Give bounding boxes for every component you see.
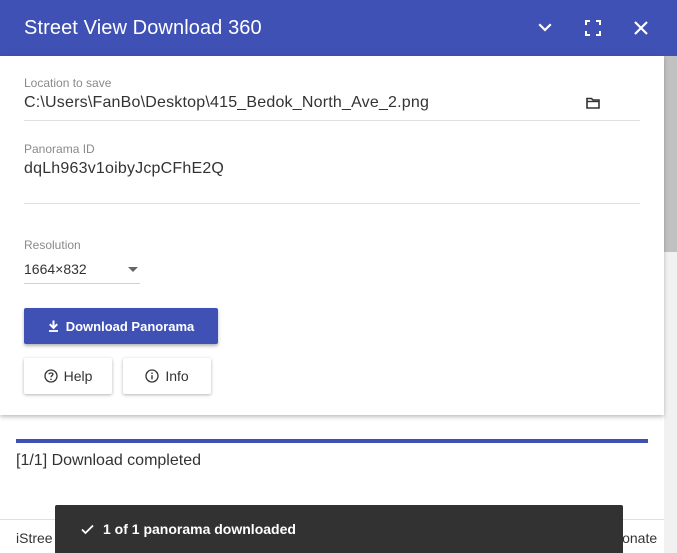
title-bar: Street View Download 360 — [0, 0, 677, 56]
help-button[interactable]: Help — [24, 358, 112, 394]
minimize-button[interactable] — [531, 14, 559, 42]
fullscreen-button[interactable] — [579, 14, 607, 42]
info-button[interactable]: Info — [123, 358, 211, 394]
download-progress-bar — [16, 439, 648, 443]
info-circle-icon — [145, 369, 159, 383]
dropdown-arrow-icon — [128, 267, 138, 272]
fullscreen-icon — [585, 20, 601, 36]
location-underline — [24, 120, 640, 121]
panorama-id-underline — [24, 203, 640, 204]
resolution-value: 1664×832 — [24, 261, 87, 277]
folder-icon — [586, 97, 600, 109]
download-panorama-label: Download Panorama — [65, 318, 195, 334]
snackbar-notification: 1 of 1 panorama downloaded — [55, 505, 623, 553]
help-circle-icon — [43, 369, 58, 383]
download-panorama-button[interactable]: Download Panorama — [24, 308, 218, 344]
chevron-down-icon — [538, 23, 552, 32]
app-title: Street View Download 360 — [24, 17, 262, 39]
location-label: Location to save — [24, 76, 112, 90]
panorama-id-input[interactable]: dqLh963v1oibyJcpCFhE2Q — [24, 159, 224, 179]
close-button[interactable] — [627, 14, 655, 42]
progress-status: [1/1] Download completed — [16, 452, 201, 469]
snackbar-message: 1 of 1 panorama downloaded — [103, 521, 296, 537]
panorama-id-label: Panorama ID — [24, 142, 95, 156]
help-label: Help — [63, 368, 93, 384]
close-icon — [634, 21, 648, 35]
location-input[interactable]: C:\Users\FanBo\Desktop\415_Bedok_North_A… — [24, 93, 429, 113]
download-form-card: Location to save C:\Users\FanBo\Desktop\… — [0, 56, 664, 415]
resolution-select[interactable]: 1664×832 — [24, 258, 140, 284]
checkmark-icon — [81, 524, 94, 534]
scrollbar-thumb[interactable] — [664, 56, 677, 252]
footer-link-istreetview[interactable]: iStree — [16, 529, 53, 547]
info-label: Info — [165, 368, 189, 384]
browse-folder-button[interactable] — [583, 94, 603, 112]
resolution-label: Resolution — [24, 238, 81, 252]
download-icon — [48, 320, 58, 332]
